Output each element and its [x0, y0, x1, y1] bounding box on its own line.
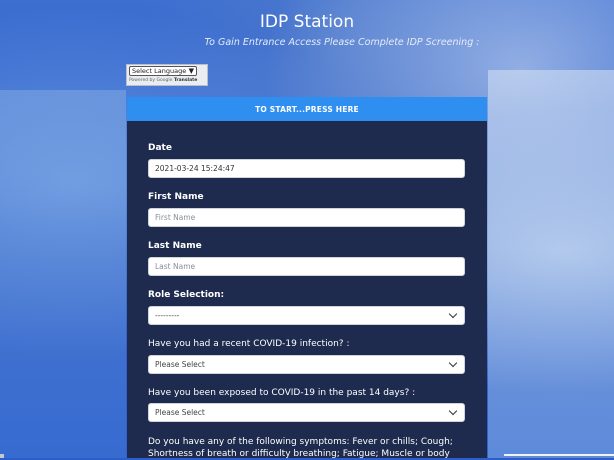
powered-by-google: Powered by Google Translate: [129, 78, 205, 83]
last-name-field[interactable]: [148, 257, 465, 276]
covid-exposure-value: Please Select: [155, 408, 205, 417]
language-select[interactable]: Select Language ▼: [129, 66, 197, 76]
date-label: Date: [148, 143, 172, 153]
covid-infection-label: Have you had a recent COVID-19 infection…: [148, 339, 350, 349]
chevron-down-icon: [448, 309, 458, 319]
page-subtitle: To Gain Entrance Access Please Complete …: [204, 37, 480, 48]
chevron-down-icon: [448, 406, 458, 416]
first-name-label: First Name: [148, 192, 204, 202]
covid-exposure-label: Have you been exposed to COVID-19 in the…: [148, 388, 416, 398]
role-select-value: ---------: [155, 311, 180, 320]
first-name-field[interactable]: [148, 208, 465, 227]
chevron-down-icon: ▼: [188, 66, 194, 75]
symptoms-question-label: Do you have any of the following symptom…: [148, 437, 453, 459]
background-shape-left: [0, 90, 126, 458]
corner-mark: [0, 454, 4, 458]
role-selection-label: Role Selection:: [148, 290, 225, 300]
role-select[interactable]: ---------: [148, 306, 465, 325]
google-logo-text: Google: [156, 78, 173, 83]
background-shape-right: [488, 70, 614, 458]
covid-infection-value: Please Select: [155, 360, 205, 369]
translate-link[interactable]: Translate: [174, 78, 198, 83]
covid-exposure-select[interactable]: Please Select: [148, 403, 465, 422]
language-select-label: Select Language: [132, 67, 187, 75]
google-translate-widget: Select Language ▼ Powered by Google Tran…: [126, 64, 208, 86]
page-title: IDP Station: [259, 12, 355, 32]
covid-infection-select[interactable]: Please Select: [148, 355, 465, 374]
powered-by-label: Powered by: [129, 78, 156, 83]
start-button[interactable]: TO START...PRESS HERE: [127, 97, 487, 121]
chevron-down-icon: [448, 358, 458, 368]
date-field[interactable]: [148, 159, 465, 178]
last-name-label: Last Name: [148, 241, 202, 251]
screening-form: Date First Name Last Name Role Selection…: [127, 121, 487, 459]
corner-mark-right: [504, 454, 614, 456]
